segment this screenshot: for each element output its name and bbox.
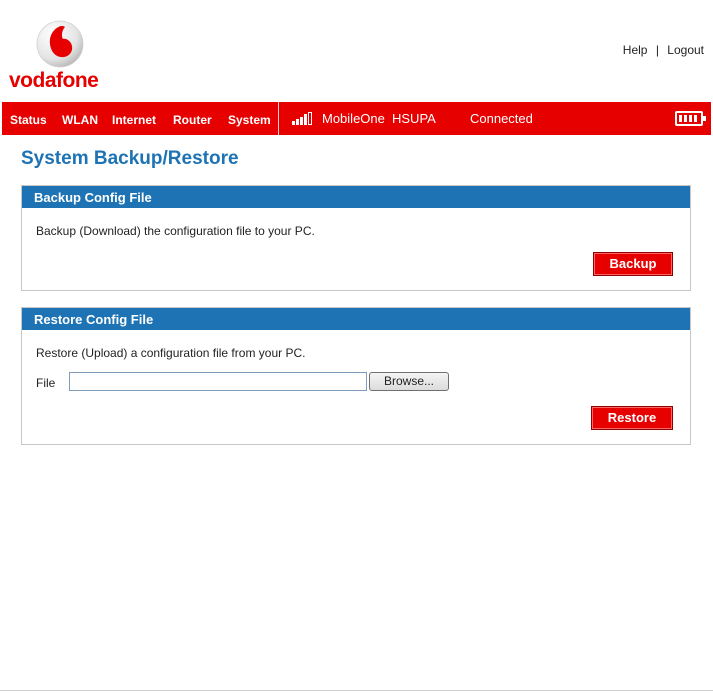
nav-divider [278,102,279,135]
backup-panel: Backup Config File Backup (Download) the… [21,185,691,291]
file-path-input[interactable] [69,372,367,391]
page-title: System Backup/Restore [21,148,239,169]
connection-status: Connected [470,111,533,126]
network-name: MobileOne [322,111,385,126]
nav-item-internet[interactable]: Internet [112,113,156,127]
restore-button[interactable]: Restore [591,406,673,430]
nav-item-status[interactable]: Status [10,113,47,127]
help-link[interactable]: Help [623,43,648,57]
backup-panel-header: Backup Config File [22,186,690,208]
main-navbar: Status WLAN Internet Router System Mobil… [2,102,711,135]
file-label: File [36,376,56,390]
signal-bars-icon [292,112,316,125]
top-links: Help | Logout [623,43,704,57]
restore-panel-header: Restore Config File [22,308,690,330]
top-links-separator: | [655,43,659,57]
nav-item-router[interactable]: Router [173,113,212,127]
vodafone-wordmark: vodafone [9,69,99,92]
backup-button[interactable]: Backup [593,252,673,276]
battery-icon [675,111,706,126]
vodafone-speechmark-icon [36,20,84,68]
browse-button[interactable]: Browse... [369,372,449,391]
backup-description: Backup (Download) the configuration file… [36,224,315,238]
nav-item-system[interactable]: System [228,113,271,127]
vodafone-logo: vodafone [9,20,119,94]
logout-link[interactable]: Logout [667,43,704,57]
restore-description: Restore (Upload) a configuration file fr… [36,346,306,360]
restore-panel: Restore Config File Restore (Upload) a c… [21,307,691,445]
bottom-divider [0,690,713,691]
network-type: HSUPA [392,111,436,126]
nav-item-wlan[interactable]: WLAN [62,113,98,127]
